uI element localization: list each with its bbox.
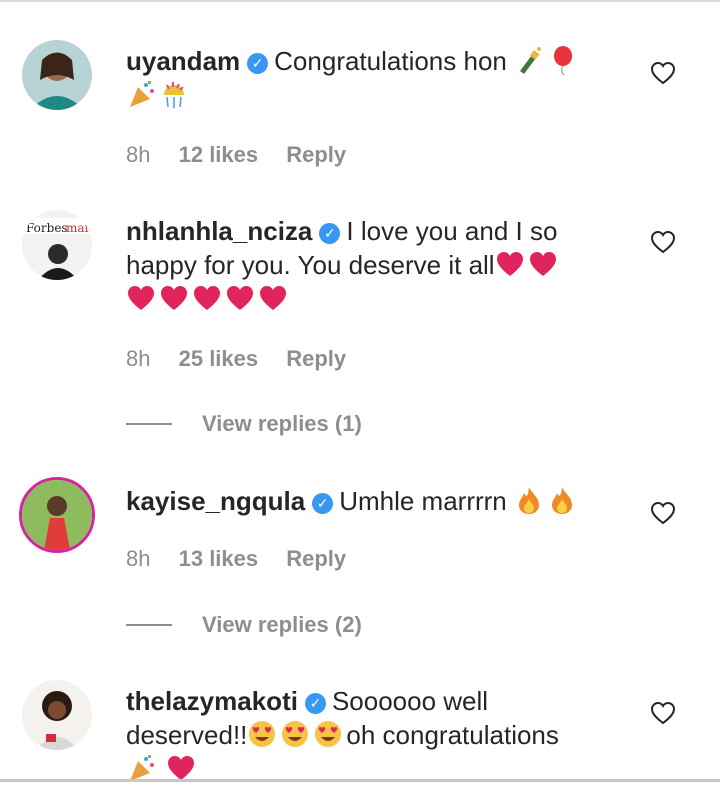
username[interactable]: kayise_ngqula — [126, 486, 305, 516]
comment-body: thelazymakoti ✓ Soooooo well deserved!! oh … — [126, 684, 636, 786]
comment-time: 8h — [126, 142, 151, 167]
verified-badge-icon: ✓ — [247, 53, 269, 74]
heart-eyes-emoji — [282, 721, 309, 747]
confetti-ball-emoji — [164, 82, 184, 108]
fire-emoji — [519, 487, 540, 514]
comment-body: nhlanhla_nciza ✓ I love you and I so happy… — [126, 214, 636, 316]
reply-button[interactable]: Reply — [286, 546, 346, 571]
likes-count[interactable]: 13 likes — [179, 546, 259, 571]
comment-body: kayise_ngqula ✓ Umhle marrrrn — [126, 484, 636, 518]
red-heart-emoji — [529, 252, 556, 276]
reply-button[interactable]: Reply — [286, 346, 346, 371]
champagne-emoji — [520, 47, 542, 74]
red-heart-emoji — [194, 286, 220, 310]
reply-button[interactable]: Reply — [286, 142, 346, 167]
divider-dash — [126, 423, 172, 425]
comment-meta: 8h 12 likes Reply — [126, 142, 368, 168]
avatar[interactable] — [19, 477, 95, 553]
view-replies-label: View replies (1) — [202, 411, 362, 436]
divider-dash — [126, 624, 172, 626]
view-replies-button[interactable]: View replies (2) — [126, 612, 362, 638]
heart-eyes-emoji — [249, 721, 276, 747]
username[interactable]: nhlanhla_nciza — [126, 216, 312, 246]
comment-body: uyandam ✓ Congratulations hon — [126, 44, 636, 112]
like-heart-icon[interactable] — [650, 501, 676, 525]
bottom-divider — [0, 779, 720, 782]
comment-meta: 8h 13 likes Reply — [126, 546, 368, 572]
red-heart-emoji — [128, 286, 154, 310]
likes-count[interactable]: 12 likes — [179, 142, 259, 167]
avatar[interactable] — [22, 680, 92, 750]
comment-text-line2b: oh congratulations — [346, 720, 559, 750]
heart-eyes-emoji — [315, 721, 342, 747]
top-divider — [0, 0, 720, 2]
comment-text: Congratulations hon — [274, 46, 507, 76]
comment-meta: 8h 25 likes Reply — [126, 346, 368, 372]
likes-count[interactable]: 25 likes — [179, 346, 259, 371]
svg-text:man: man — [66, 221, 92, 235]
like-heart-icon[interactable] — [650, 230, 676, 254]
red-heart-emoji — [496, 252, 523, 276]
comment-text-line2a: deserved!! — [126, 720, 248, 750]
verified-badge-icon: ✓ — [319, 223, 341, 244]
balloon-emoji — [554, 46, 573, 75]
like-heart-icon[interactable] — [650, 701, 676, 725]
username[interactable]: uyandam — [126, 46, 240, 76]
avatar[interactable]: Forbes man — [22, 210, 92, 280]
party-popper-emoji — [130, 81, 154, 107]
comment-text: Umhle marrrrn — [339, 486, 507, 516]
avatar[interactable] — [22, 40, 92, 110]
username[interactable]: thelazymakoti — [126, 686, 298, 716]
fire-emoji — [552, 487, 573, 514]
verified-badge-icon: ✓ — [304, 693, 326, 714]
comment-text-line1: Soooooo well — [331, 686, 489, 716]
view-replies-label: View replies (2) — [202, 612, 362, 637]
comment-text-line1: I love you and I so — [346, 216, 558, 246]
like-heart-icon[interactable] — [650, 61, 676, 85]
red-heart-emoji — [260, 286, 286, 310]
red-heart-emoji — [161, 286, 187, 310]
comment-time: 8h — [126, 346, 151, 371]
comment-text-line2: happy for you. You deserve it all — [126, 250, 495, 280]
comment-time: 8h — [126, 546, 151, 571]
verified-badge-icon: ✓ — [312, 493, 334, 514]
svg-text:Forbes: Forbes — [26, 221, 68, 235]
view-replies-button[interactable]: View replies (1) — [126, 411, 362, 437]
red-heart-emoji — [227, 286, 253, 310]
